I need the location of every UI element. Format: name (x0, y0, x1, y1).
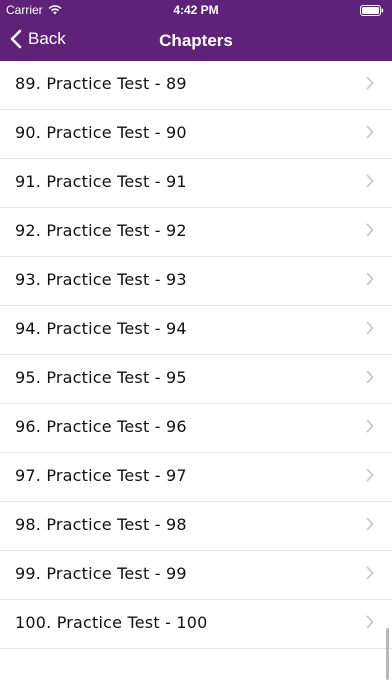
battery-icon (360, 5, 384, 16)
chapter-label: 91. Practice Test - 91 (15, 172, 187, 191)
chapter-label: 89. Practice Test - 89 (15, 74, 187, 93)
chevron-right-icon (366, 223, 374, 237)
chapter-label: 93. Practice Test - 93 (15, 270, 187, 289)
chevron-right-icon (366, 272, 374, 286)
navigation-bar: Back Chapters (0, 20, 392, 61)
chevron-right-icon (366, 517, 374, 531)
chapter-label: 95. Practice Test - 95 (15, 368, 187, 387)
chevron-right-icon (366, 174, 374, 188)
row-separator (0, 648, 392, 649)
chapter-label: 98. Practice Test - 98 (15, 515, 187, 534)
chevron-right-icon (366, 615, 374, 629)
list-item[interactable]: 100. Practice Test - 100 (0, 600, 392, 649)
status-time: 4:42 PM (173, 3, 219, 17)
list-item[interactable]: 89. Practice Test - 89 (0, 61, 392, 110)
chapter-label: 94. Practice Test - 94 (15, 319, 187, 338)
chapter-label: 92. Practice Test - 92 (15, 221, 187, 240)
list-item[interactable]: 98. Practice Test - 98 (0, 502, 392, 551)
list-item[interactable]: 99. Practice Test - 99 (0, 551, 392, 600)
page-title: Chapters (159, 31, 233, 50)
status-bar: Carrier 4:42 PM (0, 0, 392, 20)
chevron-right-icon (366, 468, 374, 482)
chapter-label: 96. Practice Test - 96 (15, 417, 187, 436)
chapter-label: 97. Practice Test - 97 (15, 466, 187, 485)
list-item[interactable]: 94. Practice Test - 94 (0, 306, 392, 355)
list-item[interactable]: 93. Practice Test - 93 (0, 257, 392, 306)
list-item[interactable]: 92. Practice Test - 92 (0, 208, 392, 257)
chevron-right-icon (366, 370, 374, 384)
list-item[interactable]: 95. Practice Test - 95 (0, 355, 392, 404)
scroll-indicator[interactable] (386, 628, 389, 680)
chapter-label: 100. Practice Test - 100 (15, 613, 208, 632)
list-item[interactable]: 97. Practice Test - 97 (0, 453, 392, 502)
list-item[interactable]: 96. Practice Test - 96 (0, 404, 392, 453)
list-item[interactable]: 91. Practice Test - 91 (0, 159, 392, 208)
chevron-right-icon (366, 419, 374, 433)
chevron-right-icon (366, 321, 374, 335)
list-item[interactable]: 90. Practice Test - 90 (0, 110, 392, 159)
chapter-label: 99. Practice Test - 99 (15, 564, 187, 583)
chapter-list[interactable]: 89. Practice Test - 89 90. Practice Test… (0, 61, 392, 696)
chevron-right-icon (366, 566, 374, 580)
chapter-label: 90. Practice Test - 90 (15, 123, 187, 142)
chevron-right-icon (366, 76, 374, 90)
chevron-right-icon (366, 125, 374, 139)
